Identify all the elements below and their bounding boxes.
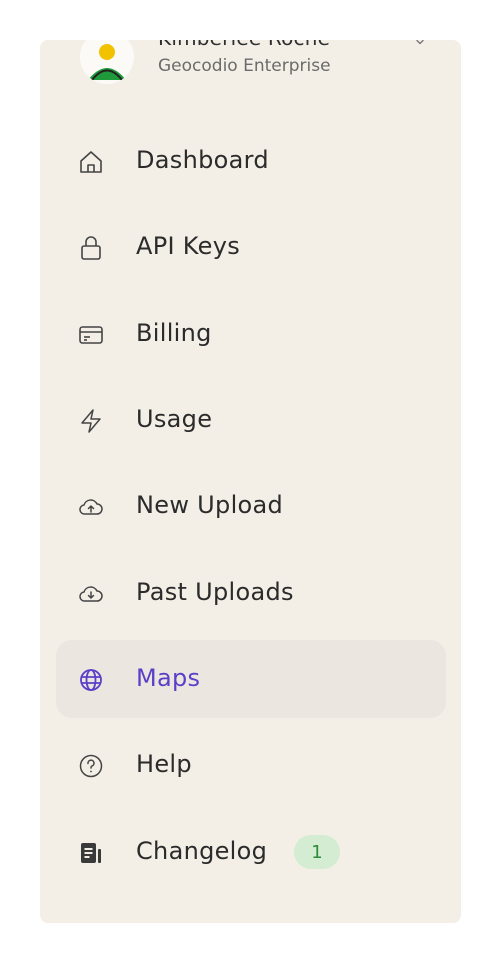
account-switcher[interactable]: Kimberlee Roche Geocodio Enterprise: [40, 40, 461, 130]
sidebar-item-usage[interactable]: Usage: [56, 381, 446, 459]
sidebar-item-billing[interactable]: Billing: [56, 295, 446, 373]
sidebar-item-label: Billing: [136, 319, 212, 347]
cloud-upload-icon: [79, 499, 103, 515]
cloud-download-icon: [79, 586, 103, 602]
avatar: [80, 40, 134, 84]
sidebar-item-changelog[interactable]: Changelog 1: [56, 813, 446, 891]
changelog-icon: [81, 843, 101, 863]
sidebar-item-dashboard[interactable]: Dashboard: [56, 122, 446, 200]
sidebar-item-help[interactable]: Help: [56, 726, 446, 804]
sidebar-item-label: New Upload: [136, 491, 284, 519]
chevron-down-icon: [416, 40, 424, 45]
sidebar-panel: Kimberlee Roche Geocodio Enterprise Dash…: [40, 40, 461, 923]
sidebar-item-new-upload[interactable]: New Upload: [56, 467, 446, 545]
sidebar-item-label: Dashboard: [136, 146, 269, 174]
sidebar-item-label: Help: [136, 750, 192, 778]
sidebar-item-label: Maps: [136, 664, 201, 692]
help-circle-icon: [79, 754, 103, 778]
account-name: Kimberlee Roche: [158, 40, 330, 50]
sidebar-item-label: Changelog: [136, 837, 268, 865]
account-plan: Geocodio Enterprise: [158, 56, 331, 76]
sidebar-item-label: Past Uploads: [136, 578, 294, 606]
home-icon: [80, 151, 102, 173]
sidebar-item-maps[interactable]: Maps: [56, 640, 446, 718]
globe-icon: [80, 669, 102, 691]
credit-card-icon: [79, 326, 103, 344]
changelog-count-badge: 1: [294, 835, 340, 869]
sidebar-item-label: Usage: [136, 405, 213, 433]
sidebar-item-label: API Keys: [136, 232, 241, 260]
sidebar-item-api-keys[interactable]: API Keys: [56, 208, 446, 286]
lightning-icon: [81, 409, 101, 433]
sidebar-item-past-uploads[interactable]: Past Uploads: [56, 554, 446, 632]
lock-icon: [81, 236, 101, 260]
